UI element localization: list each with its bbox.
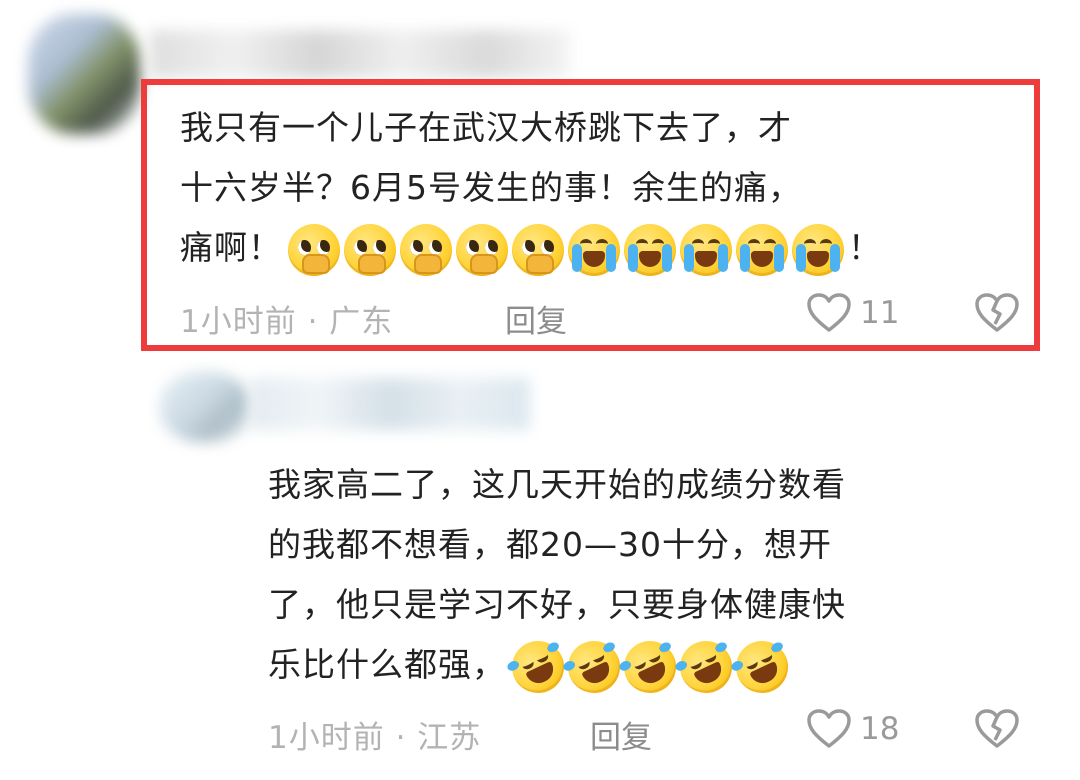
loudly-crying-face-icon — [568, 223, 620, 276]
comment-line-text: ！ — [848, 228, 882, 267]
emoji-row — [288, 223, 844, 276]
comment-line: 了，他只是学习不好，只要身体健康快 — [268, 585, 846, 624]
comment-body: 我只有一个儿子在武汉大桥跳下去了，才 十六岁半？6月5号发生的事！余生的痛， 痛… — [180, 98, 1020, 278]
like-button[interactable]: 11 — [806, 292, 899, 334]
like-count: 18 — [860, 711, 900, 747]
comment-line-text: 痛啊！ — [180, 228, 282, 267]
comment-line: 的我都不想看，都20—30十分，想开 — [268, 525, 832, 564]
pleading-face-icon — [344, 223, 396, 276]
pleading-face-icon — [400, 223, 452, 276]
dislike-broken-heart-icon[interactable] — [974, 292, 1020, 334]
loudly-crying-face-icon — [792, 223, 844, 276]
heart-icon — [806, 708, 852, 750]
like-button[interactable]: 18 — [806, 708, 899, 750]
username-blurred[interactable] — [150, 30, 570, 78]
pleading-face-icon — [456, 223, 508, 276]
comment-thread: 我只有一个儿子在武汉大桥跳下去了，才 十六岁半？6月5号发生的事！余生的痛， 痛… — [0, 0, 1080, 780]
comment-line: 痛啊！ ！ — [180, 218, 1020, 278]
comment-line: 我家高二了，这几天开始的成绩分数看 — [268, 465, 846, 504]
comment-body: 我家高二了，这几天开始的成绩分数看 的我都不想看，都20—30十分，想开 了，他… — [268, 455, 1058, 702]
dislike-broken-heart-icon[interactable] — [974, 708, 1020, 750]
pleading-face-icon — [512, 223, 564, 276]
avatar[interactable] — [160, 372, 250, 442]
like-count: 11 — [860, 295, 900, 331]
pleading-face-icon — [288, 223, 340, 276]
heart-icon — [806, 292, 852, 334]
comment-line: 我只有一个儿子在武汉大桥跳下去了，才 — [180, 108, 792, 147]
loudly-crying-face-icon — [736, 223, 788, 276]
rolling-laughing-face-icon — [727, 631, 797, 702]
comment-time-location: 1小时前 · 广东 — [180, 304, 394, 340]
comment-line: 十六岁半？6月5号发生的事！余生的痛， — [180, 168, 802, 207]
avatar[interactable] — [28, 14, 140, 134]
comment-time-location: 1小时前 · 江苏 — [268, 720, 482, 756]
comment-line-text: 乐比什么都强， — [268, 645, 506, 684]
reply-button[interactable]: 回复 — [590, 712, 652, 757]
emoji-row — [503, 631, 797, 702]
loudly-crying-face-icon — [624, 223, 676, 276]
loudly-crying-face-icon — [680, 223, 732, 276]
reply-button[interactable]: 回复 — [505, 296, 567, 341]
username-blurred[interactable] — [250, 378, 530, 430]
comment-line: 乐比什么都强， — [268, 631, 1058, 702]
